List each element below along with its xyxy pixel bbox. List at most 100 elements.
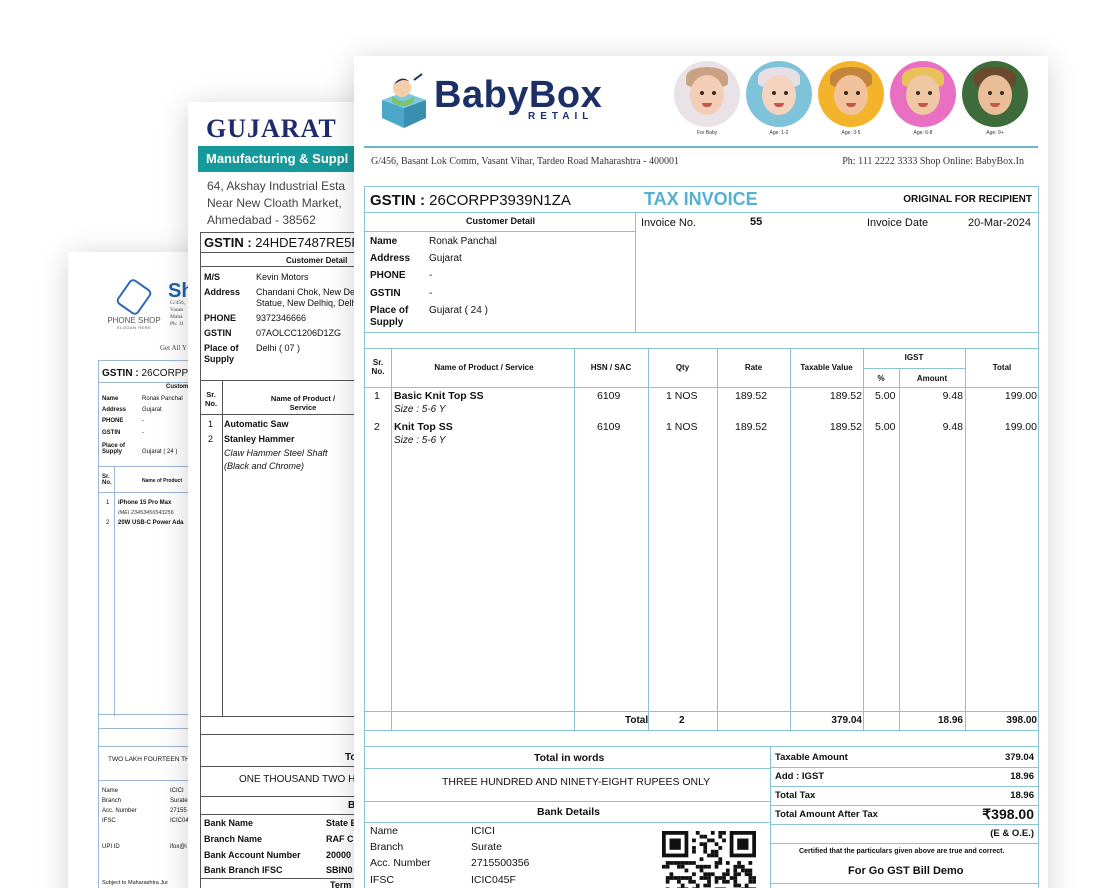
col-sr: Sr. No. xyxy=(371,358,385,376)
logo-text: PHONE xyxy=(107,316,136,325)
logo-text-2: SHOP xyxy=(138,316,161,325)
total-taxable: 379.04 xyxy=(831,715,862,726)
summary-label: Total Tax xyxy=(775,790,816,801)
total-label: Total xyxy=(625,715,649,726)
brand-subtitle: RETAIL xyxy=(528,111,594,122)
invoice-date-label: Invoice Date xyxy=(867,217,929,229)
item-row: 2 20W USB-C Power Ada xyxy=(106,520,184,526)
bank-row: Name ICICI xyxy=(370,825,495,837)
kid-age-caption: Age: 6-8 xyxy=(913,130,933,136)
company-address: 64, Akshay Industrial Esta Near New Cloa… xyxy=(207,178,345,229)
kid-age-caption: Age: 1-2 xyxy=(769,130,789,136)
total-in-words: TWO LAKH FOURTEEN TH xyxy=(108,756,190,763)
baby-box-logo-icon xyxy=(382,73,426,128)
item-size: Size : 5-6 Y xyxy=(394,435,446,446)
kid-age-caption: For Baby xyxy=(696,130,718,136)
customer-detail-heading: Customer Detail xyxy=(466,216,536,226)
invoice-no-label: Invoice No. xyxy=(641,217,697,229)
shop-contact: Ph: 111 2222 3333 Shop Online: BabyBox.I… xyxy=(842,156,1024,167)
summary-label: Add : IGST xyxy=(775,771,825,782)
summary-label: Total Amount After Tax xyxy=(775,809,878,820)
total-amount: 398.00 xyxy=(1006,715,1037,726)
field-phone: PHONE - xyxy=(102,418,144,424)
babybox-invoice: BabyBox RETAIL For Baby Age: 1-2 Age: 3-5 A… xyxy=(354,56,1048,888)
summary-value: 18.96 xyxy=(1010,771,1034,782)
shop-address: G/456, Basant Lok Comm, Vasant Vihar, Ta… xyxy=(371,156,679,167)
item-imei: IMEI 23453456543256 xyxy=(118,510,174,516)
col-taxable: Taxable Value xyxy=(800,363,853,372)
bank-row: Branch Surate xyxy=(102,798,188,804)
total-in-words: THREE HUNDRED AND NINETY-EIGHT RUPEES ON… xyxy=(442,776,711,788)
address-line: Near New Cloath Market, xyxy=(207,196,342,210)
bank-row: Name ICICI xyxy=(102,788,184,794)
gstin-label: GSTIN : xyxy=(204,235,252,250)
kid-age-caption: Age: 3-5 xyxy=(841,130,861,136)
address-line: Maha xyxy=(170,314,183,320)
address-line: Ahmedabad - 38562 xyxy=(207,213,316,227)
invoice-collage: PHONE SHOP SLOGAN HERE Shr G/456, Vasan … xyxy=(0,0,1104,888)
tagline: Get All Y xyxy=(160,344,187,352)
field-gstin: GSTIN - xyxy=(102,430,144,436)
item-row: 1 iPhone 15 Pro Max xyxy=(106,500,172,506)
gstin: GSTIN : 24HDE7487RE5F xyxy=(204,235,359,250)
summary-value: 18.96 xyxy=(1010,790,1034,801)
jurisdiction-note: Subject to Maharashtra Jur xyxy=(102,880,169,886)
copy-type: ORIGINAL FOR RECIPIENT xyxy=(903,194,1032,205)
customer-detail-heading: Custom xyxy=(166,384,189,390)
field-name: Name Ronak Panchal xyxy=(102,396,183,402)
logo-slogan: SLOGAN HERE xyxy=(116,325,152,330)
item-size: Size : 5-6 Y xyxy=(394,404,446,415)
bank-row: IFSC ICIC045F xyxy=(370,874,516,886)
total-qty: 2 xyxy=(679,715,685,726)
gstin-value: 24HDE7487RE5F xyxy=(255,235,360,250)
field-address: Address Gujarat xyxy=(102,407,162,413)
payment-qr-code xyxy=(662,831,756,888)
company-name: GUJARAT xyxy=(206,114,337,143)
item-name: Knit Top SS xyxy=(394,421,453,433)
col-hsn: HSN / SAC xyxy=(590,363,632,372)
col-igst: IGST xyxy=(904,353,924,362)
phone-icon xyxy=(114,277,154,317)
gstin-value: 26CORPP3 xyxy=(141,368,194,379)
bank-row: Bank Account Number 20000 xyxy=(204,850,352,860)
item-description: Claw Hammer Steel Shaft (Black and Chrom… xyxy=(224,448,328,471)
bank-row: IFSC ICIC04 xyxy=(102,818,189,824)
kid-photo xyxy=(890,61,956,127)
col-sr: Sr. No. xyxy=(102,474,112,486)
gstin: GSTIN : 26CORPP3 xyxy=(102,368,194,379)
summary-label: Taxable Amount xyxy=(775,752,848,763)
col-qty: Qty xyxy=(675,363,690,372)
address-line: Ph: 11 xyxy=(170,321,185,327)
col-product: Name of Product / Service xyxy=(434,363,534,372)
bank-row: Branch Surate xyxy=(370,841,502,853)
bank-row: Bank Branch IFSC SBIN0 xyxy=(204,865,353,875)
bank-row: Acc. Number 27155 xyxy=(102,808,187,814)
col-total: Total xyxy=(992,363,1012,372)
terms-heading: Term xyxy=(330,880,352,888)
shop-address: G/456, Vasan Maha Ph: 11 xyxy=(170,300,185,328)
item-name: Basic Knit Top SS xyxy=(394,390,484,402)
summary-value: 379.04 xyxy=(1004,752,1034,763)
col-sr: Sr. No. xyxy=(204,390,218,408)
invoice-no-value: 55 xyxy=(750,216,763,228)
address-line: 64, Akshay Industrial Esta xyxy=(207,179,346,193)
upi-row: UPI ID ifox@i xyxy=(102,844,187,850)
customer-detail-heading: Customer Detail xyxy=(286,256,348,265)
kid-photo xyxy=(746,61,812,127)
invoice-date-value: 20-Mar-2024 xyxy=(968,217,1031,229)
gstin-value: 26CORPP3939N1ZA xyxy=(429,192,571,209)
col-product: Name of Product xyxy=(142,478,183,484)
kid-age-caption: Age: 9+ xyxy=(986,130,1004,136)
bank-heading: Bank Details xyxy=(537,806,601,818)
address-line: Vasan xyxy=(170,307,184,313)
signatory-company: For Go GST Bill Demo xyxy=(848,865,964,877)
kid-photo xyxy=(818,61,884,127)
address-line: G/456, xyxy=(170,300,186,306)
col-igst-amount: Amount xyxy=(916,374,948,383)
total-igst: 18.96 xyxy=(937,715,963,726)
bank-row: Bank Name State E xyxy=(204,818,357,828)
col-rate: Rate xyxy=(744,363,763,372)
phone-shop-logo: PHONE SHOP SLOGAN HERE xyxy=(104,277,164,330)
grand-total-value: ₹398.00 xyxy=(982,806,1034,822)
certification-text: Certified that the particulars given abo… xyxy=(799,848,1005,855)
